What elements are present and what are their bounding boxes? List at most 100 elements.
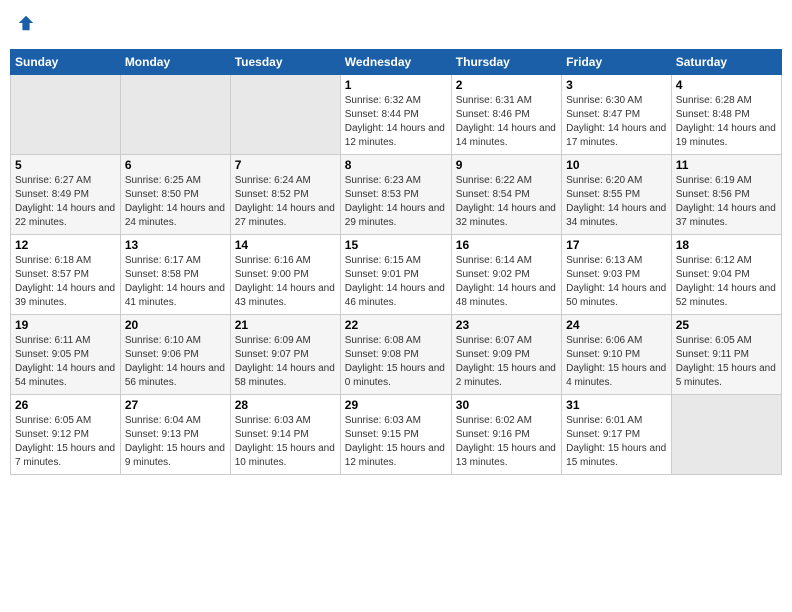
calendar-cell: 22 Sunrise: 6:08 AM Sunset: 9:08 PM Dayli…: [340, 315, 451, 395]
weekday-header-saturday: Saturday: [671, 50, 781, 75]
day-info: Sunrise: 6:05 AM Sunset: 9:12 PM Dayligh…: [15, 414, 116, 470]
day-info: Sunrise: 6:06 AM Sunset: 9:10 PM Dayligh…: [566, 334, 667, 390]
day-info: Sunrise: 6:03 AM Sunset: 9:15 PM Dayligh…: [345, 414, 447, 470]
day-number: 27: [125, 398, 226, 412]
calendar-cell: 30 Sunrise: 6:02 AM Sunset: 9:16 PM Dayli…: [451, 395, 561, 475]
day-number: 24: [566, 318, 667, 332]
day-number: 10: [566, 158, 667, 172]
weekday-header-wednesday: Wednesday: [340, 50, 451, 75]
day-info: Sunrise: 6:10 AM Sunset: 9:06 PM Dayligh…: [125, 334, 226, 390]
calendar-cell: 26 Sunrise: 6:05 AM Sunset: 9:12 PM Dayli…: [11, 395, 121, 475]
calendar-cell: 11 Sunrise: 6:19 AM Sunset: 8:56 PM Dayli…: [671, 155, 781, 235]
calendar-cell: 7 Sunrise: 6:24 AM Sunset: 8:52 PM Daylig…: [230, 155, 340, 235]
weekday-header-sunday: Sunday: [11, 50, 121, 75]
calendar-body: 1Sunrise: 6:32 AM Sunset: 8:44 PM Daylig…: [11, 75, 782, 475]
day-info: Sunrise: 6:03 AM Sunset: 9:14 PM Dayligh…: [235, 414, 336, 470]
day-info: Sunrise: 6:14 AM Sunset: 9:02 PM Dayligh…: [456, 254, 557, 310]
weekday-header-thursday: Thursday: [451, 50, 561, 75]
day-number: 31: [566, 398, 667, 412]
calendar-cell: 29 Sunrise: 6:03 AM Sunset: 9:15 PM Dayli…: [340, 395, 451, 475]
day-info: Sunrise: 6:09 AM Sunset: 9:07 PM Dayligh…: [235, 334, 336, 390]
calendar-cell: 8 Sunrise: 6:23 AM Sunset: 8:53 PM Daylig…: [340, 155, 451, 235]
calendar-week-row: 26 Sunrise: 6:05 AM Sunset: 9:12 PM Dayli…: [11, 395, 782, 475]
calendar-cell: 10 Sunrise: 6:20 AM Sunset: 8:55 PM Dayli…: [562, 155, 672, 235]
calendar-cell: [230, 75, 340, 155]
day-number: 2: [456, 78, 557, 92]
calendar-cell: 23 Sunrise: 6:07 AM Sunset: 9:09 PM Dayli…: [451, 315, 561, 395]
calendar-cell: [11, 75, 121, 155]
day-info: Sunrise: 6:11 AM Sunset: 9:05 PM Dayligh…: [15, 334, 116, 390]
day-info: Sunrise: 6:28 AM Sunset: 8:48 PM Dayligh…: [676, 94, 777, 150]
day-number: 26: [15, 398, 116, 412]
calendar-cell: 28Sunrise: 6:03 AM Sunset: 9:14 PM Dayli…: [230, 395, 340, 475]
day-info: Sunrise: 6:23 AM Sunset: 8:53 PM Dayligh…: [345, 174, 447, 230]
calendar-week-row: 12Sunrise: 6:18 AM Sunset: 8:57 PM Dayli…: [11, 235, 782, 315]
day-number: 7: [235, 158, 336, 172]
day-info: Sunrise: 6:22 AM Sunset: 8:54 PM Dayligh…: [456, 174, 557, 230]
day-info: Sunrise: 6:19 AM Sunset: 8:56 PM Dayligh…: [676, 174, 777, 230]
calendar-cell: 12Sunrise: 6:18 AM Sunset: 8:57 PM Dayli…: [11, 235, 121, 315]
day-number: 23: [456, 318, 557, 332]
day-number: 14: [235, 238, 336, 252]
day-number: 9: [456, 158, 557, 172]
logo-icon: [17, 14, 35, 32]
weekday-header-row: SundayMondayTuesdayWednesdayThursdayFrid…: [11, 50, 782, 75]
calendar-cell: 19 Sunrise: 6:11 AM Sunset: 9:05 PM Dayli…: [11, 315, 121, 395]
calendar-cell: 21Sunrise: 6:09 AM Sunset: 9:07 PM Dayli…: [230, 315, 340, 395]
day-info: Sunrise: 6:30 AM Sunset: 8:47 PM Dayligh…: [566, 94, 667, 150]
calendar-cell: [671, 395, 781, 475]
calendar-cell: 3 Sunrise: 6:30 AM Sunset: 8:47 PM Daylig…: [562, 75, 672, 155]
day-number: 20: [125, 318, 226, 332]
calendar-week-row: 1Sunrise: 6:32 AM Sunset: 8:44 PM Daylig…: [11, 75, 782, 155]
calendar-cell: 1Sunrise: 6:32 AM Sunset: 8:44 PM Daylig…: [340, 75, 451, 155]
day-info: Sunrise: 6:15 AM Sunset: 9:01 PM Dayligh…: [345, 254, 447, 310]
day-info: Sunrise: 6:12 AM Sunset: 9:04 PM Dayligh…: [676, 254, 777, 310]
calendar-cell: 15 Sunrise: 6:15 AM Sunset: 9:01 PM Dayli…: [340, 235, 451, 315]
day-number: 17: [566, 238, 667, 252]
page-header: [10, 10, 782, 41]
day-number: 6: [125, 158, 226, 172]
day-number: 29: [345, 398, 447, 412]
day-number: 5: [15, 158, 116, 172]
day-number: 19: [15, 318, 116, 332]
day-number: 3: [566, 78, 667, 92]
calendar-week-row: 5Sunrise: 6:27 AM Sunset: 8:49 PM Daylig…: [11, 155, 782, 235]
day-number: 13: [125, 238, 226, 252]
calendar-cell: 18Sunrise: 6:12 AM Sunset: 9:04 PM Dayli…: [671, 235, 781, 315]
day-info: Sunrise: 6:17 AM Sunset: 8:58 PM Dayligh…: [125, 254, 226, 310]
day-number: 8: [345, 158, 447, 172]
day-number: 30: [456, 398, 557, 412]
day-info: Sunrise: 6:02 AM Sunset: 9:16 PM Dayligh…: [456, 414, 557, 470]
calendar-cell: 31 Sunrise: 6:01 AM Sunset: 9:17 PM Dayli…: [562, 395, 672, 475]
logo-text: [16, 14, 35, 37]
day-info: Sunrise: 6:01 AM Sunset: 9:17 PM Dayligh…: [566, 414, 667, 470]
day-info: Sunrise: 6:31 AM Sunset: 8:46 PM Dayligh…: [456, 94, 557, 150]
day-info: Sunrise: 6:24 AM Sunset: 8:52 PM Dayligh…: [235, 174, 336, 230]
day-number: 25: [676, 318, 777, 332]
calendar-cell: 5Sunrise: 6:27 AM Sunset: 8:49 PM Daylig…: [11, 155, 121, 235]
calendar-header: SundayMondayTuesdayWednesdayThursdayFrid…: [11, 50, 782, 75]
weekday-header-friday: Friday: [562, 50, 672, 75]
day-number: 1: [345, 78, 447, 92]
weekday-header-monday: Monday: [120, 50, 230, 75]
calendar-cell: 27Sunrise: 6:04 AM Sunset: 9:13 PM Dayli…: [120, 395, 230, 475]
day-info: Sunrise: 6:13 AM Sunset: 9:03 PM Dayligh…: [566, 254, 667, 310]
calendar-week-row: 19 Sunrise: 6:11 AM Sunset: 9:05 PM Dayli…: [11, 315, 782, 395]
calendar-cell: 25Sunrise: 6:05 AM Sunset: 9:11 PM Dayli…: [671, 315, 781, 395]
calendar-cell: 17 Sunrise: 6:13 AM Sunset: 9:03 PM Dayli…: [562, 235, 672, 315]
day-number: 16: [456, 238, 557, 252]
calendar-cell: 4 Sunrise: 6:28 AM Sunset: 8:48 PM Daylig…: [671, 75, 781, 155]
day-info: Sunrise: 6:25 AM Sunset: 8:50 PM Dayligh…: [125, 174, 226, 230]
day-info: Sunrise: 6:08 AM Sunset: 9:08 PM Dayligh…: [345, 334, 447, 390]
calendar-table: SundayMondayTuesdayWednesdayThursdayFrid…: [10, 49, 782, 475]
day-number: 15: [345, 238, 447, 252]
day-number: 22: [345, 318, 447, 332]
weekday-header-tuesday: Tuesday: [230, 50, 340, 75]
day-number: 4: [676, 78, 777, 92]
day-number: 11: [676, 158, 777, 172]
calendar-cell: [120, 75, 230, 155]
day-info: Sunrise: 6:07 AM Sunset: 9:09 PM Dayligh…: [456, 334, 557, 390]
day-info: Sunrise: 6:18 AM Sunset: 8:57 PM Dayligh…: [15, 254, 116, 310]
day-info: Sunrise: 6:20 AM Sunset: 8:55 PM Dayligh…: [566, 174, 667, 230]
calendar-cell: 6 Sunrise: 6:25 AM Sunset: 8:50 PM Daylig…: [120, 155, 230, 235]
